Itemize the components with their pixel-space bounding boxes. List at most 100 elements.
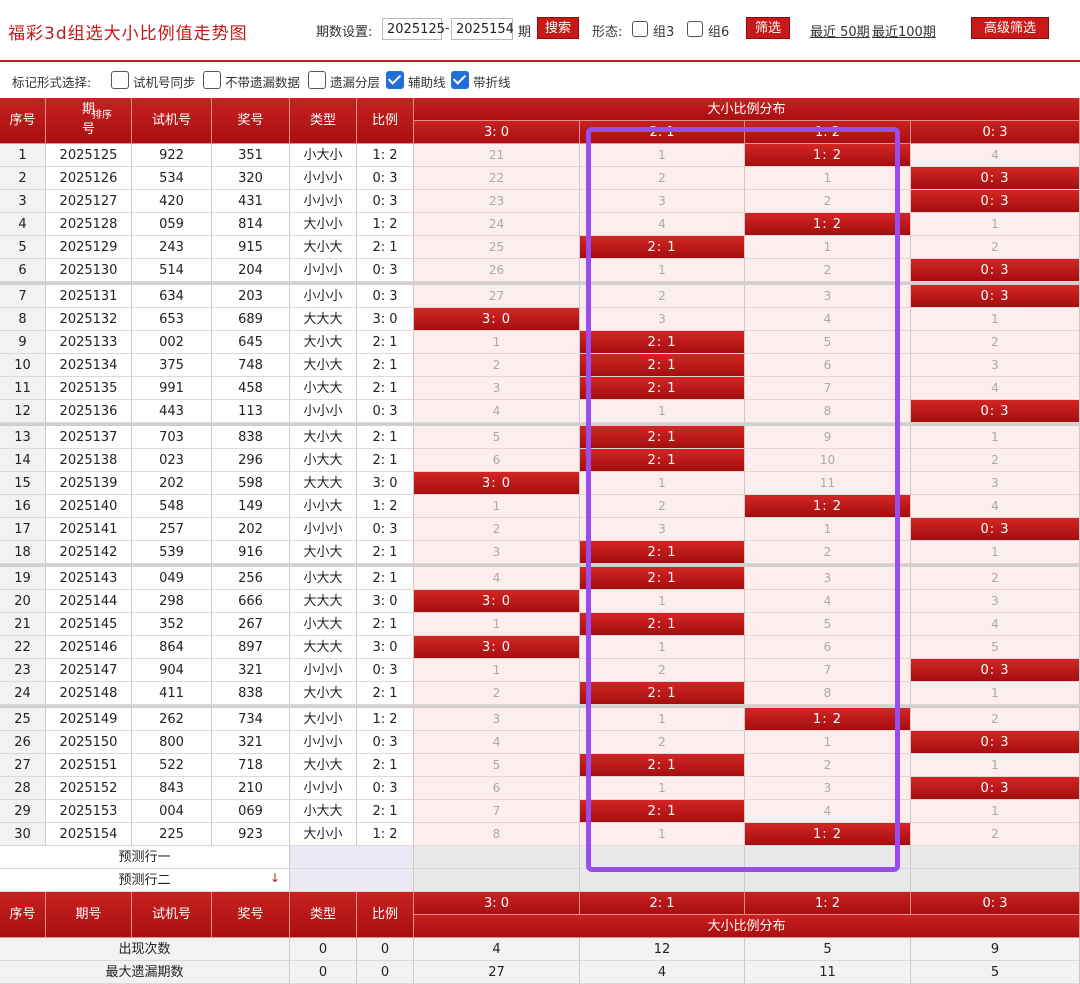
header-index: 序号: [0, 98, 46, 144]
miss-count-cell: 1: [911, 541, 1080, 564]
miss-count-cell: 26: [414, 259, 580, 282]
ratio-hit-cell: 0: 3: [911, 777, 1080, 800]
prediction-cell[interactable]: [745, 869, 911, 892]
period-to-input[interactable]: 2025154: [451, 18, 514, 40]
row-draw: 320: [212, 167, 290, 190]
no-miss-data-label: 不带遗漏数据: [225, 75, 301, 90]
group3-checkbox[interactable]: [632, 21, 648, 37]
stat-label: 最大遗漏期数: [0, 961, 290, 984]
row-trial: 298: [132, 590, 212, 613]
trend-table: 序号 期号 排序 试机号 奖号 类型 比例 大小比例分布 3: 0 2: 1 1: 2 0: 3 1 20…: [0, 98, 1080, 984]
footer-distribution: 大小比例分布: [414, 915, 1080, 938]
prediction-cell[interactable]: [580, 869, 745, 892]
row-draw: 321: [212, 659, 290, 682]
row-draw: 458: [212, 377, 290, 400]
row-draw: 149: [212, 495, 290, 518]
prediction-cell[interactable]: [911, 869, 1080, 892]
miss-layer-checkbox[interactable]: [308, 71, 326, 89]
ratio-hit-cell: 0: 3: [911, 400, 1080, 423]
row-draw: 838: [212, 682, 290, 705]
row-trial: 420: [132, 190, 212, 213]
header-cat-0: 3: 0: [414, 121, 580, 144]
row-trial: 004: [132, 800, 212, 823]
row-draw: 431: [212, 190, 290, 213]
row-index: 6: [0, 259, 46, 282]
prediction-cell[interactable]: [414, 846, 580, 869]
ratio-hit-cell: 0: 3: [911, 190, 1080, 213]
row-trial: 059: [132, 213, 212, 236]
row-ratio: 2: 1: [357, 541, 414, 564]
no-miss-data-checkbox[interactable]: [203, 71, 221, 89]
miss-count-cell: 2: [414, 682, 580, 705]
row-issue: 2025125: [46, 144, 132, 167]
period-unit: 期: [518, 25, 532, 40]
miss-count-cell: 2: [911, 449, 1080, 472]
miss-count-cell: 2: [911, 708, 1080, 731]
filter-button[interactable]: 筛选: [746, 17, 790, 39]
aux-line-checkbox[interactable]: [386, 71, 404, 89]
prediction-row-label[interactable]: 预测行一: [0, 846, 290, 869]
footer-issue: 期号: [46, 892, 132, 938]
row-issue: 2025145: [46, 613, 132, 636]
advanced-filter-button[interactable]: 高级筛选: [971, 17, 1049, 39]
row-index: 9: [0, 331, 46, 354]
row-index: 29: [0, 800, 46, 823]
row-index: 3: [0, 190, 46, 213]
row-type: 大小大: [290, 426, 357, 449]
row-ratio: 1: 2: [357, 708, 414, 731]
row-type: 小小小: [290, 167, 357, 190]
row-type: 小小小: [290, 777, 357, 800]
recent-50-link[interactable]: 最近 50期: [810, 21, 870, 40]
row-type: 大小小: [290, 823, 357, 846]
row-index: 17: [0, 518, 46, 541]
period-from-input[interactable]: 2025125: [382, 18, 445, 40]
group6-checkbox[interactable]: [687, 21, 703, 37]
miss-count-cell: 4: [414, 567, 580, 590]
period-label: 期数设置:: [316, 25, 373, 40]
trial-sync-checkbox[interactable]: [111, 71, 129, 89]
row-issue: 2025137: [46, 426, 132, 449]
row-ratio: 3: 0: [357, 308, 414, 331]
ratio-hit-cell: 3: 0: [414, 636, 580, 659]
row-trial: 534: [132, 167, 212, 190]
stat-ratio: 0: [357, 938, 414, 961]
stat-value: 5: [745, 938, 911, 961]
row-trial: 023: [132, 449, 212, 472]
row-trial: 991: [132, 377, 212, 400]
row-index: 25: [0, 708, 46, 731]
row-index: 12: [0, 400, 46, 423]
miss-count-cell: 1: [911, 213, 1080, 236]
prediction-type-cell[interactable]: [290, 869, 414, 892]
miss-count-cell: 4: [911, 377, 1080, 400]
search-button[interactable]: 搜索: [537, 17, 579, 39]
row-ratio: 1: 2: [357, 823, 414, 846]
row-ratio: 1: 2: [357, 495, 414, 518]
recent-100-link[interactable]: 最近100期: [872, 21, 936, 40]
sort-icon[interactable]: 排序: [92, 108, 112, 124]
mark-options-label: 标记形式选择:: [12, 75, 92, 90]
row-issue: 2025139: [46, 472, 132, 495]
prediction-row-label[interactable]: 预测行二: [0, 869, 290, 892]
row-draw: 296: [212, 449, 290, 472]
polyline-checkbox[interactable]: [451, 71, 469, 89]
row-index: 23: [0, 659, 46, 682]
row-ratio: 1: 2: [357, 144, 414, 167]
prediction-cell[interactable]: [911, 846, 1080, 869]
row-draw: 204: [212, 259, 290, 282]
row-draw: 203: [212, 285, 290, 308]
row-issue: 2025128: [46, 213, 132, 236]
miss-count-cell: 2: [911, 331, 1080, 354]
row-trial: 049: [132, 567, 212, 590]
row-type: 大大大: [290, 472, 357, 495]
row-trial: 257: [132, 518, 212, 541]
row-ratio: 0: 3: [357, 190, 414, 213]
prediction-cell[interactable]: [414, 869, 580, 892]
arrow-down-icon[interactable]: ↓: [270, 871, 280, 885]
row-ratio: 1: 2: [357, 213, 414, 236]
row-index: 22: [0, 636, 46, 659]
header-issue[interactable]: 期号 排序: [46, 98, 132, 144]
row-issue: 2025136: [46, 400, 132, 423]
row-issue: 2025140: [46, 495, 132, 518]
prediction-type-cell[interactable]: [290, 846, 414, 869]
row-issue: 2025150: [46, 731, 132, 754]
